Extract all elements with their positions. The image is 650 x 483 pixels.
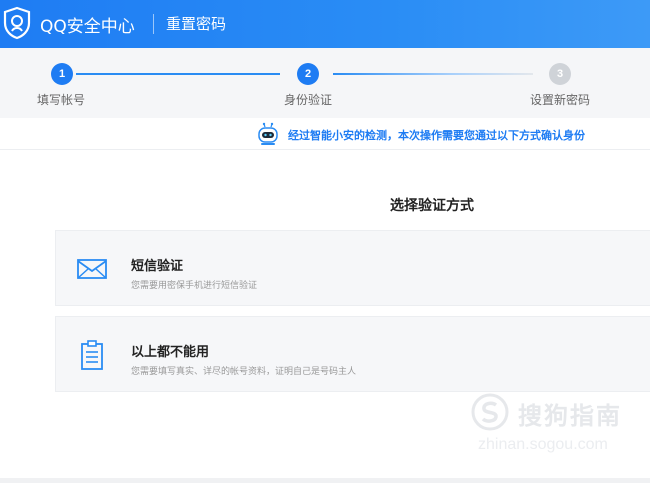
step-1-dot: 1	[51, 63, 73, 85]
sms-verify-option[interactable]: 短信验证 您需要用密保手机进行短信验证	[55, 230, 650, 306]
step-2-label: 身份验证	[284, 93, 333, 107]
notice-text: 经过智能小安的检测，本次操作需要您通过以下方式确认身份	[288, 129, 585, 142]
bottom-divider	[0, 478, 650, 483]
watermark-text: 搜狗指南	[518, 402, 622, 430]
top-header: QQ安全中心 重置密码	[0, 0, 650, 48]
none-option-title: 以上都不能用	[131, 345, 210, 360]
step-3-label: 设置新密码	[530, 93, 591, 107]
step-2-dot: 2	[297, 63, 319, 85]
notice-bar: 经过智能小安的检测，本次操作需要您通过以下方式确认身份	[0, 118, 650, 150]
step-1-label: 填写帐号	[37, 93, 86, 107]
step-connector-1	[76, 73, 280, 75]
clipboard-icon	[81, 340, 103, 370]
page-title: 重置密码	[166, 15, 227, 33]
header-divider	[153, 14, 154, 34]
sogou-logo-icon	[471, 393, 509, 431]
none-usable-option[interactable]: 以上都不能用 您需要填写真实、详尽的帐号资料，证明自己是号码主人	[55, 316, 650, 392]
step-3-dot: 3	[549, 63, 571, 85]
progress-steps: 1 2 3 填写帐号 身份验证 设置新密码	[0, 48, 650, 118]
section-title: 选择验证方式	[390, 198, 474, 214]
app-title[interactable]: QQ安全中心	[40, 12, 135, 37]
none-option-desc: 您需要填写真实、详尽的帐号资料，证明自己是号码主人	[131, 367, 357, 377]
sms-option-title: 短信验证	[131, 259, 184, 274]
shield-icon[interactable]	[2, 6, 32, 40]
envelope-icon	[77, 259, 107, 279]
watermark-url: zhinan.sogou.com	[478, 436, 608, 453]
sms-option-desc: 您需要用密保手机进行短信验证	[131, 281, 258, 291]
robot-icon	[258, 122, 278, 145]
step-connector-2	[333, 73, 533, 75]
